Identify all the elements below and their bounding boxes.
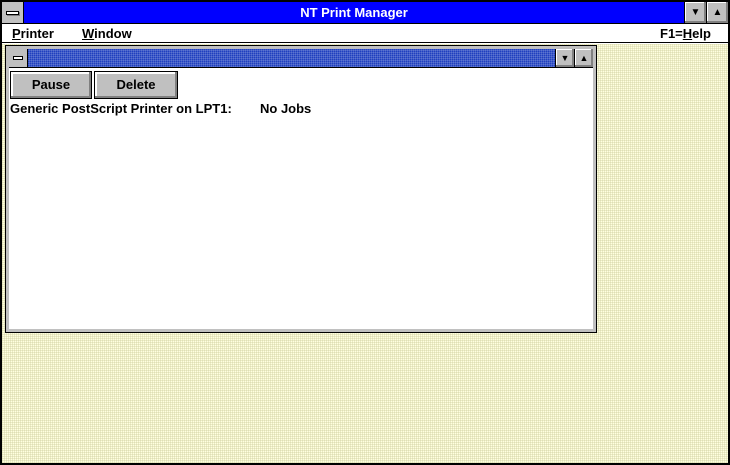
printer-queue-window: ▼ ▲ Pause Delete Generic PostScript Prin… [5, 45, 597, 333]
app-titlebar[interactable]: NT Print Manager ▼ ▲ [2, 2, 728, 24]
child-maximize-arrow-icon[interactable]: ▲ [574, 49, 593, 67]
child-titlebar[interactable]: ▼ ▲ [9, 49, 593, 68]
print-manager-window: NT Print Manager ▼ ▲ Printer Window F1=H… [0, 0, 730, 465]
menu-window-label: indow [94, 26, 132, 41]
maximize-arrow-icon[interactable]: ▲ [706, 2, 728, 23]
pause-button[interactable]: Pause [10, 71, 92, 99]
app-title: NT Print Manager [300, 5, 408, 20]
mdi-workspace: ▼ ▲ Pause Delete Generic PostScript Prin… [2, 44, 728, 463]
menubar: Printer Window F1=Help [2, 24, 728, 43]
delete-button[interactable]: Delete [94, 71, 178, 99]
minimize-arrow-icon[interactable]: ▼ [684, 2, 706, 23]
printer-name[interactable]: Generic PostScript Printer on LPT1: [10, 101, 232, 117]
menu-printer[interactable]: Printer [12, 26, 54, 42]
child-minimize-arrow-icon[interactable]: ▼ [555, 49, 574, 67]
menu-help[interactable]: F1=Help [660, 26, 711, 42]
menu-printer-label: rinter [20, 26, 54, 41]
menu-window[interactable]: Window [82, 26, 132, 42]
printer-status: No Jobs [260, 101, 312, 116]
child-system-menu-icon[interactable] [9, 49, 28, 67]
system-menu-icon[interactable] [2, 2, 24, 23]
